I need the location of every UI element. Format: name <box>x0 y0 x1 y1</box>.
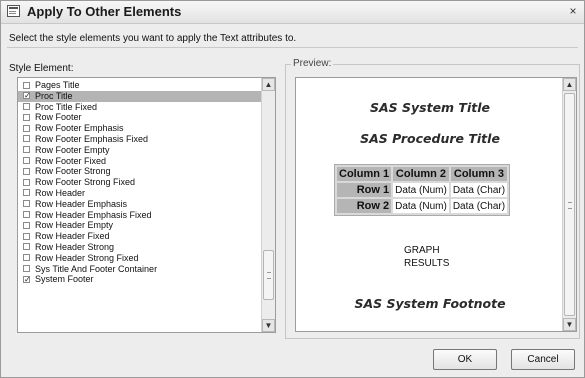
item-label: Proc Title <box>35 90 73 101</box>
item-label: Row Header Emphasis <box>35 198 128 209</box>
item-label: Row Header Strong Fixed <box>35 252 139 263</box>
preview-graph-results: GRAPH RESULTS <box>404 244 484 270</box>
preview-column-header: Column 2 <box>393 167 449 181</box>
preview-column-header: Column 1 <box>337 167 392 181</box>
style-element-label: Style Element: <box>9 63 74 74</box>
preview-pane: SAS System Title SAS Procedure Title Col… <box>295 77 577 332</box>
item-checkbox[interactable] <box>23 178 30 186</box>
dialog-title: Apply To Other Elements <box>27 4 182 19</box>
item-checkbox[interactable] <box>23 157 30 165</box>
scroll-down-icon[interactable]: ▼ <box>262 319 275 332</box>
list-item[interactable]: Proc Title Fixed <box>18 102 263 113</box>
scroll-thumb[interactable] <box>564 93 575 316</box>
preview-row-header: Row 1 <box>337 183 392 197</box>
item-checkbox[interactable] <box>23 81 30 89</box>
list-item[interactable]: Row Header Emphasis Fixed <box>18 210 263 221</box>
preview-table: Column 1 Column 2 Column 3 Row 1 Data (N… <box>334 164 511 216</box>
item-checkbox[interactable] <box>23 103 30 111</box>
cancel-button[interactable]: Cancel <box>511 349 575 370</box>
list-item[interactable]: Row Header <box>18 188 263 199</box>
item-checkbox[interactable] <box>23 232 30 240</box>
list-item[interactable]: Row Footer Strong <box>18 166 263 177</box>
item-label: Pages Title <box>35 80 80 90</box>
instruction-text: Select the style elements you want to ap… <box>9 33 297 44</box>
list-item[interactable]: ✓ System Footer <box>18 274 263 285</box>
dialog-icon <box>7 5 20 17</box>
item-checkbox[interactable] <box>23 167 30 175</box>
list-item[interactable]: Row Footer Empty <box>18 145 263 156</box>
item-checkbox[interactable] <box>23 254 30 262</box>
scroll-up-icon[interactable]: ▲ <box>563 78 576 91</box>
title-bar[interactable]: Apply To Other Elements × <box>1 1 584 24</box>
item-label: Row Header Fixed <box>35 231 110 242</box>
item-checkbox[interactable] <box>23 135 30 143</box>
item-checkbox[interactable]: ✓ <box>23 92 31 100</box>
item-label: Row Header <box>35 187 86 198</box>
item-label: Row Footer <box>35 112 82 123</box>
list-scrollbar[interactable]: ▲ ▼ <box>261 78 275 332</box>
preview-cell: Data (Num) <box>393 183 449 197</box>
item-label: Proc Title Fixed <box>35 101 98 112</box>
separator <box>7 47 578 48</box>
item-label: Row Footer Empty <box>35 144 110 155</box>
list-item[interactable]: Row Footer Strong Fixed <box>18 177 263 188</box>
item-checkbox[interactable]: ✓ <box>23 275 31 283</box>
preview-footnote: SAS System Footnote <box>354 296 506 311</box>
item-label: Row Header Emphasis Fixed <box>35 209 152 220</box>
preview-cell: Data (Char) <box>450 199 508 213</box>
list-item[interactable]: Sys Title And Footer Container <box>18 264 263 275</box>
item-label: System Footer <box>35 274 94 285</box>
close-icon[interactable]: × <box>566 4 580 18</box>
preview-row-header: Row 2 <box>337 199 392 213</box>
list-item[interactable]: Row Header Strong <box>18 242 263 253</box>
list-item[interactable]: Pages Title <box>18 80 263 91</box>
preview-scrollbar[interactable]: ▲ ▼ <box>562 78 576 331</box>
list-item[interactable]: Row Header Strong Fixed <box>18 253 263 264</box>
item-label: Row Footer Strong <box>35 166 111 177</box>
list-item[interactable]: Row Footer <box>18 112 263 123</box>
item-checkbox[interactable] <box>23 113 30 121</box>
preview-cell: Data (Char) <box>450 183 508 197</box>
preview-system-title: SAS System Title <box>369 100 490 115</box>
list-item[interactable]: Row Header Empty <box>18 220 263 231</box>
item-checkbox[interactable] <box>23 146 30 154</box>
style-element-list[interactable]: Pages Title ✓ Proc Title Proc Title Fixed Ro… <box>17 77 276 333</box>
preview-cell: Data (Num) <box>393 199 449 213</box>
preview-procedure-title: SAS Procedure Title <box>360 131 500 146</box>
item-checkbox[interactable] <box>23 124 30 132</box>
scroll-thumb[interactable] <box>263 250 274 301</box>
item-label: Sys Title And Footer Container <box>35 263 158 274</box>
item-label: Row Header Strong <box>35 241 115 252</box>
list-item[interactable]: Row Header Fixed <box>18 231 263 242</box>
ok-button[interactable]: OK <box>433 349 497 370</box>
scroll-down-icon[interactable]: ▼ <box>563 318 576 331</box>
item-checkbox[interactable] <box>23 265 30 273</box>
scroll-up-icon[interactable]: ▲ <box>262 78 275 91</box>
item-label: Row Footer Fixed <box>35 155 107 166</box>
item-label: Row Footer Emphasis <box>35 123 124 134</box>
item-checkbox[interactable] <box>23 243 30 251</box>
item-label: Row Footer Strong Fixed <box>35 177 136 188</box>
list-item[interactable]: Row Footer Fixed <box>18 156 263 167</box>
item-checkbox[interactable] <box>23 200 30 208</box>
list-item[interactable]: ✓ Proc Title <box>18 90 263 102</box>
style-element-items: Pages Title ✓ Proc Title Proc Title Fixed Ro… <box>18 80 263 285</box>
item-checkbox[interactable] <box>23 189 30 197</box>
preview-graph-line: RESULTS <box>404 258 450 269</box>
preview-graph-line: GRAPH <box>404 245 440 256</box>
item-checkbox[interactable] <box>23 221 30 229</box>
preview-label: Preview: <box>291 58 334 69</box>
item-checkbox[interactable] <box>23 211 30 219</box>
preview-column-header: Column 3 <box>450 167 508 181</box>
list-item[interactable]: Row Footer Emphasis Fixed <box>18 134 263 145</box>
apply-to-other-elements-dialog: Apply To Other Elements × Select the sty… <box>0 0 585 378</box>
item-label: Row Footer Emphasis Fixed <box>35 133 149 144</box>
item-label: Row Header Empty <box>35 220 114 231</box>
list-item[interactable]: Row Footer Emphasis <box>18 123 263 134</box>
list-item[interactable]: Row Header Emphasis <box>18 199 263 210</box>
